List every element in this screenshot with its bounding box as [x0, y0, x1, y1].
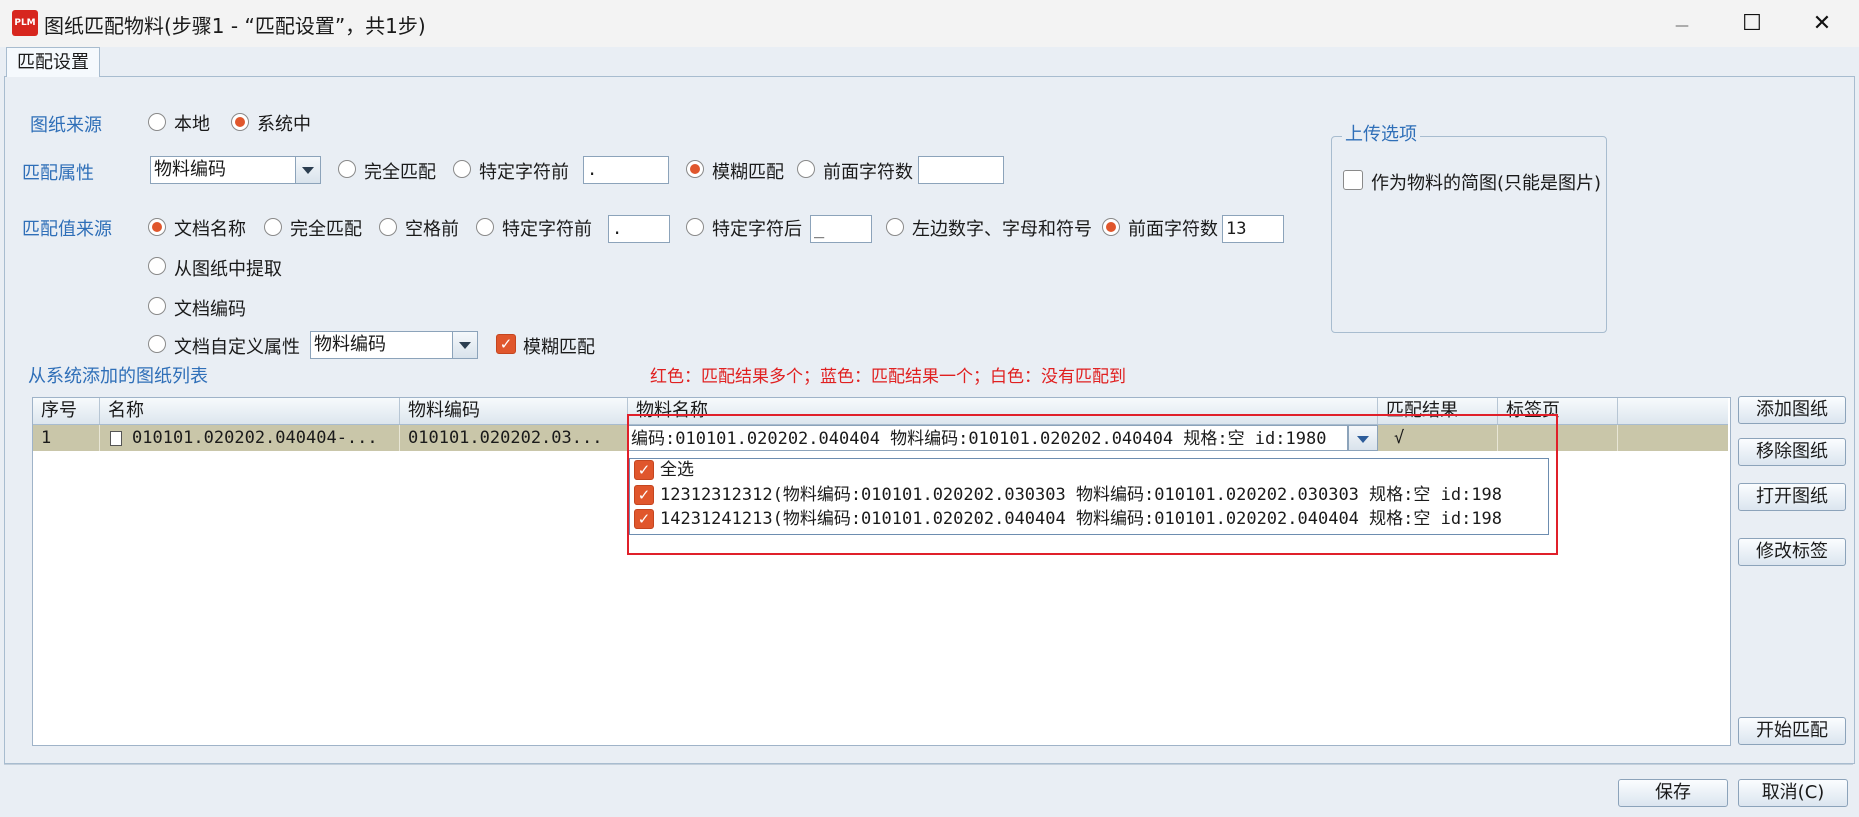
source-system-radio[interactable] — [231, 113, 249, 131]
match-attr-combo[interactable]: 物料编码 — [150, 156, 321, 184]
attr-exact-label: 完全匹配 — [364, 162, 436, 183]
app-logo-icon: PLM — [12, 10, 38, 36]
value-left-chars-radio[interactable] — [886, 218, 904, 236]
edit-tag-button[interactable]: 修改标签 — [1738, 538, 1846, 566]
maximize-button[interactable]: ☐ — [1720, 0, 1784, 47]
value-left-chars-label: 左边数字、字母和符号 — [912, 219, 1092, 240]
value-doc-code-radio[interactable] — [148, 297, 166, 315]
source-system-label: 系统中 — [257, 114, 311, 135]
save-button[interactable]: 保存 — [1618, 779, 1728, 807]
cancel-button[interactable]: 取消(C) — [1738, 779, 1848, 807]
value-from-drawing-label: 从图纸中提取 — [174, 259, 282, 280]
highlight-box — [627, 414, 1558, 555]
chevron-down-icon[interactable] — [295, 157, 320, 183]
source-local-radio[interactable] — [148, 113, 166, 131]
value-after-char-input[interactable]: _ — [810, 215, 872, 243]
value-before-space-label: 空格前 — [405, 219, 459, 240]
row-index: 1 — [33, 425, 100, 451]
document-icon — [110, 430, 122, 446]
value-prefix-count-input[interactable]: 13 — [1222, 215, 1284, 243]
window-title: 图纸匹配物料(步骤1 - “匹配设置”，共1步) — [44, 14, 426, 38]
start-match-button[interactable]: 开始匹配 — [1738, 717, 1846, 745]
value-after-char-radio[interactable] — [686, 218, 704, 236]
custom-attr-combo[interactable]: 物料编码 — [310, 331, 478, 359]
value-before-char-label: 特定字符前 — [502, 219, 592, 240]
attr-before-char-input[interactable]: . — [583, 156, 669, 184]
upload-options-title: 上传选项 — [1342, 120, 1420, 146]
add-drawing-button[interactable]: 添加图纸 — [1738, 396, 1846, 424]
fuzzy-match-checkbox[interactable]: ✓ — [496, 334, 516, 354]
value-source-label: 匹配值来源 — [22, 219, 112, 240]
source-label: 图纸来源 — [30, 115, 102, 136]
thumbnail-label: 作为物料的简图(只能是图片) — [1371, 173, 1602, 194]
value-doc-code-label: 文档编码 — [174, 299, 246, 320]
chevron-down-icon[interactable] — [452, 332, 477, 358]
value-before-space-radio[interactable] — [379, 218, 397, 236]
value-before-char-radio[interactable] — [476, 218, 494, 236]
value-after-char-label: 特定字符后 — [712, 219, 802, 240]
thumbnail-checkbox[interactable] — [1343, 170, 1363, 190]
fuzzy-match-label: 模糊匹配 — [523, 337, 595, 358]
attr-fuzzy-radio[interactable] — [686, 160, 704, 178]
value-doc-name-label: 文档名称 — [174, 219, 246, 240]
tab-match-settings[interactable]: 匹配设置 — [6, 47, 100, 77]
minimize-icon: — — [1675, 18, 1689, 34]
attr-exact-radio[interactable] — [338, 160, 356, 178]
minimize-button[interactable]: — — [1650, 0, 1714, 47]
match-attr-label: 匹配属性 — [22, 163, 94, 184]
column-header-code[interactable]: 物料编码 — [400, 398, 628, 424]
attr-before-char-label: 特定字符前 — [479, 162, 569, 183]
value-exact-label: 完全匹配 — [290, 219, 362, 240]
column-header-name[interactable]: 名称 — [100, 398, 400, 424]
legend-hint: 红色：匹配结果多个；蓝色：匹配结果一个；白色：没有匹配到 — [650, 367, 1126, 387]
maximize-icon: ☐ — [1742, 11, 1762, 36]
upload-options-group — [1331, 136, 1607, 333]
attr-fuzzy-label: 模糊匹配 — [712, 162, 784, 183]
value-prefix-count-label: 前面字符数 — [1128, 219, 1218, 240]
value-prefix-count-radio[interactable] — [1102, 218, 1120, 236]
value-before-char-input[interactable]: . — [608, 215, 670, 243]
remove-drawing-button[interactable]: 移除图纸 — [1738, 438, 1846, 466]
value-custom-attr-label: 文档自定义属性 — [174, 337, 300, 358]
attr-prefix-count-radio[interactable] — [797, 160, 815, 178]
row-name: 010101.020202.040404-... — [132, 428, 378, 448]
value-custom-attr-radio[interactable] — [148, 335, 166, 353]
row-code: 010101.020202.03... — [400, 425, 628, 451]
column-header-index[interactable]: 序号 — [33, 398, 100, 424]
attr-prefix-count-input[interactable] — [918, 156, 1004, 184]
row-name-cell[interactable]: 010101.020202.040404-... — [100, 425, 400, 451]
value-doc-name-radio[interactable] — [148, 218, 166, 236]
footer-divider — [4, 764, 1853, 765]
attr-prefix-count-label: 前面字符数 — [823, 162, 913, 183]
close-button[interactable]: ✕ — [1790, 0, 1854, 47]
source-local-label: 本地 — [174, 114, 210, 135]
value-exact-radio[interactable] — [264, 218, 282, 236]
attr-before-char-radio[interactable] — [453, 160, 471, 178]
open-drawing-button[interactable]: 打开图纸 — [1738, 483, 1846, 511]
drawing-list-title: 从系统添加的图纸列表 — [28, 366, 208, 387]
close-icon: ✕ — [1812, 11, 1832, 36]
value-from-drawing-radio[interactable] — [148, 257, 166, 275]
